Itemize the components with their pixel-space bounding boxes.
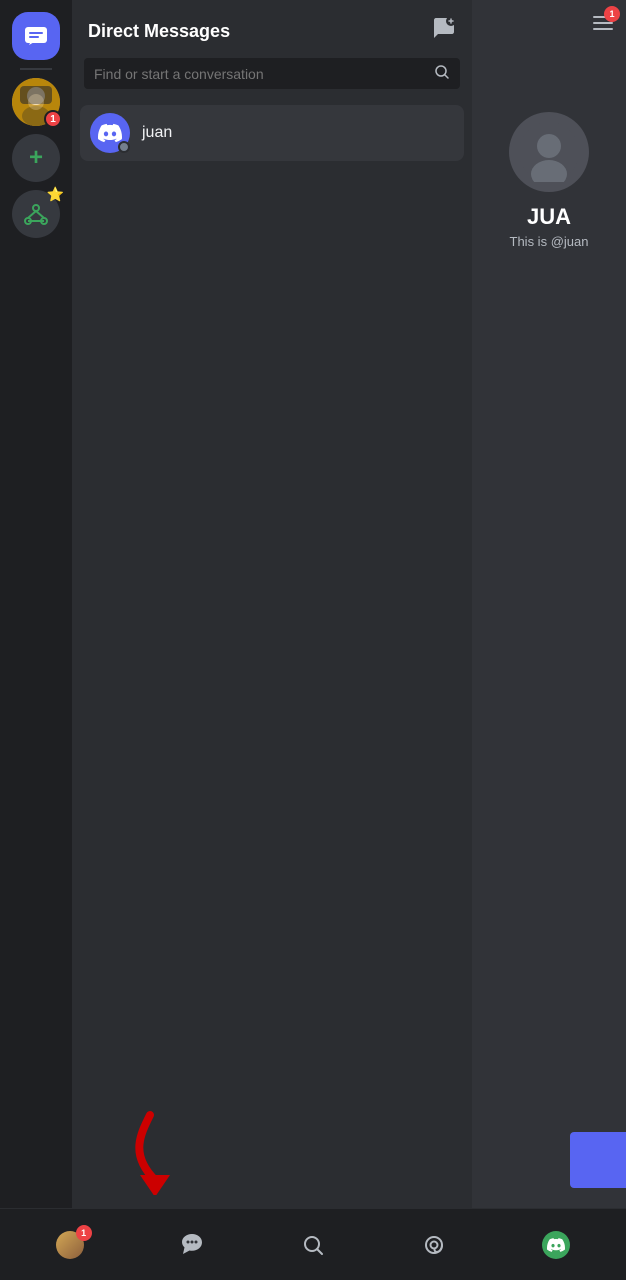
- blue-action-box[interactable]: [570, 1132, 626, 1188]
- add-dm-button[interactable]: [432, 16, 456, 46]
- nav-item-friends[interactable]: 1: [40, 1223, 100, 1267]
- add-plus-icon: +: [29, 144, 43, 172]
- dm-panel: Direct Messages: [72, 0, 472, 1208]
- sidebar-divider: [20, 68, 52, 70]
- sidebar-item-add-server[interactable]: +: [12, 134, 60, 182]
- sidebar-item-explore[interactable]: ⭐: [12, 190, 60, 238]
- sidebar-item-dm[interactable]: [12, 12, 60, 60]
- dm-list: juan: [72, 101, 472, 1208]
- nav-item-discord[interactable]: [526, 1223, 586, 1267]
- nav-discord-icon: [542, 1231, 570, 1259]
- hamburger-badge: 1: [604, 6, 620, 22]
- profile-avatar-large: [509, 112, 589, 192]
- right-panel-header: 1: [472, 0, 626, 52]
- bottom-navigation: 1: [0, 1208, 626, 1280]
- sidebar-item-user-avatar[interactable]: 1: [12, 78, 60, 126]
- search-icon: [434, 64, 450, 83]
- search-bar[interactable]: [84, 58, 460, 89]
- nav-item-search[interactable]: [284, 1224, 342, 1266]
- discord-chat-icon: [22, 22, 50, 50]
- user-notification-badge: 1: [44, 110, 62, 128]
- profile-name-large: JUA: [527, 204, 571, 230]
- right-panel: 1 JUA This is @juan: [472, 0, 626, 1208]
- juan-status-dot: [118, 141, 130, 153]
- nav-search-icon: [300, 1232, 326, 1258]
- profile-avatar-svg: [519, 122, 579, 182]
- search-input[interactable]: [94, 66, 426, 82]
- server-sidebar: 1 + ⭐: [0, 0, 72, 1208]
- dm-panel-header: Direct Messages: [72, 0, 472, 54]
- nav-dms-icon: [179, 1232, 205, 1258]
- nav-mentions-icon: [421, 1232, 447, 1258]
- nav-friends-badge: 1: [76, 1225, 92, 1241]
- dm-panel-title: Direct Messages: [88, 21, 230, 42]
- juan-avatar: [90, 113, 130, 153]
- add-dm-icon: [432, 16, 456, 40]
- discord-logo-icon: [98, 121, 122, 145]
- nav-item-mentions[interactable]: [405, 1224, 463, 1266]
- nav-item-dms[interactable]: [163, 1224, 221, 1266]
- dm-item-juan[interactable]: juan: [80, 105, 464, 161]
- discord-nav-logo: [547, 1236, 565, 1254]
- hamburger-menu-button[interactable]: 1: [592, 12, 614, 40]
- explore-network-icon: [22, 200, 50, 228]
- profile-description: This is @juan: [510, 234, 589, 249]
- juan-name: juan: [142, 124, 172, 142]
- right-panel-body: JUA This is @juan: [472, 52, 626, 1208]
- star-badge-icon: ⭐: [47, 186, 64, 203]
